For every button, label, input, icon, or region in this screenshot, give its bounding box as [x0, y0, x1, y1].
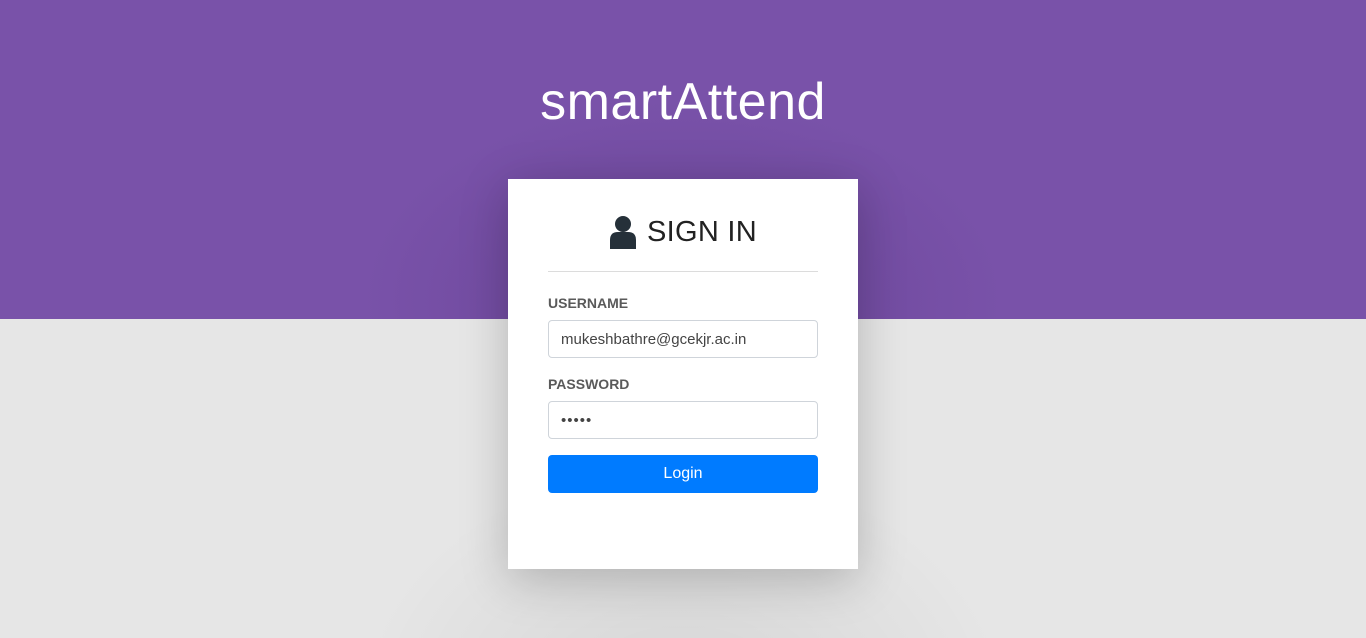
sign-in-heading: SIGN IN — [646, 215, 758, 248]
username-input[interactable] — [548, 320, 818, 358]
card-header: SIGN IN — [548, 179, 818, 272]
username-label: USERNAME — [548, 295, 629, 311]
login-card: SIGN IN USERNAME PASSWORD Login — [508, 179, 858, 569]
login-button[interactable]: Login — [548, 455, 818, 493]
password-input[interactable] — [548, 401, 818, 439]
app-title: smartAttend — [540, 73, 826, 131]
password-label: PASSWORD — [548, 376, 630, 392]
user-icon — [609, 215, 637, 249]
login-page: smartAttend SIGN IN USERNAME PASSWORD Lo… — [0, 0, 1366, 638]
